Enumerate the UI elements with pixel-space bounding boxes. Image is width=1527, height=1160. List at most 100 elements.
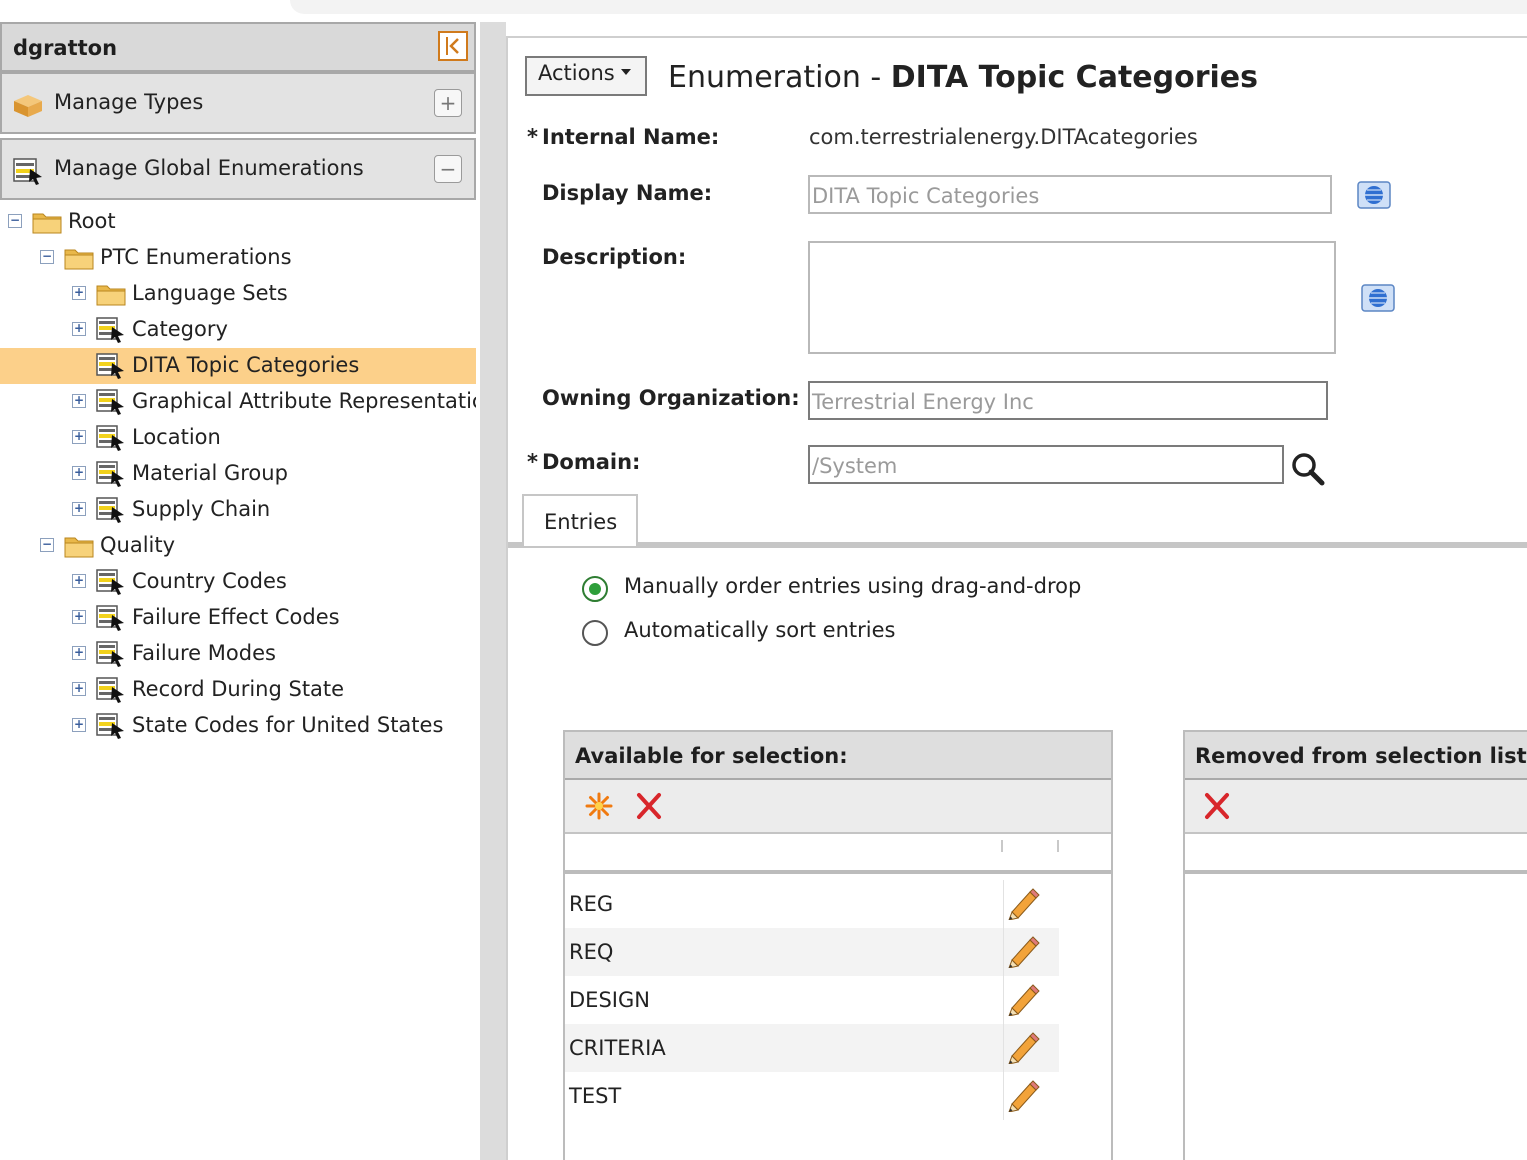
entry-label: REQ xyxy=(569,940,614,964)
delete-icon[interactable] xyxy=(633,790,665,822)
list-item[interactable]: DESIGN xyxy=(565,976,1059,1024)
enumeration-icon xyxy=(96,641,124,667)
available-column-header xyxy=(565,836,1111,874)
display-name-label: Display Name: xyxy=(542,181,713,205)
tab-entries[interactable]: Entries xyxy=(522,494,638,546)
tree-node[interactable]: + Location xyxy=(0,420,476,456)
collapse-node-icon[interactable]: − xyxy=(40,538,54,552)
tree-node[interactable]: + Record During State xyxy=(0,672,476,708)
tree-node[interactable]: + Language Sets xyxy=(0,276,476,312)
expand-node-icon[interactable]: + xyxy=(72,466,86,480)
chevron-left-icon xyxy=(446,37,459,55)
tree-node-label: Language Sets xyxy=(132,281,288,305)
edit-entry-cell[interactable] xyxy=(1003,1072,1059,1120)
expand-node-icon[interactable]: + xyxy=(72,574,86,588)
edit-entry-cell[interactable] xyxy=(1003,880,1059,928)
entry-label: DESIGN xyxy=(569,988,650,1012)
description-label: Description: xyxy=(542,245,687,269)
column-divider xyxy=(1001,840,1003,852)
tree-node-label: Category xyxy=(132,317,228,341)
tree-node[interactable]: + Material Group xyxy=(0,456,476,492)
pencil-icon[interactable] xyxy=(1006,1080,1040,1112)
expand-node-icon[interactable]: + xyxy=(72,718,86,732)
expand-node-icon[interactable]: + xyxy=(72,646,86,660)
tree-node-label: Record During State xyxy=(132,677,345,701)
collapse-icon[interactable]: − xyxy=(434,155,462,183)
panel-splitter[interactable] xyxy=(480,22,506,1160)
edit-entry-cell[interactable] xyxy=(1003,928,1059,976)
accordion-manage-global-enumerations[interactable]: Manage Global Enumerations − xyxy=(0,138,476,200)
tree-node[interactable]: + Category xyxy=(0,312,476,348)
description-field[interactable] xyxy=(808,241,1336,354)
tree-node[interactable]: + Failure Effect Codes xyxy=(0,600,476,636)
collapse-navigator-button[interactable] xyxy=(438,31,468,61)
collapse-node-icon[interactable]: − xyxy=(40,250,54,264)
tree-node[interactable]: + Failure Modes xyxy=(0,636,476,672)
tree-node[interactable]: − Quality xyxy=(0,528,476,564)
pencil-icon[interactable] xyxy=(1006,1032,1040,1064)
tree-node-label: PTC Enumerations xyxy=(100,245,292,269)
tree-node[interactable]: + Country Codes xyxy=(0,564,476,600)
tree-node[interactable]: + Supply Chain xyxy=(0,492,476,528)
list-item[interactable]: REQ xyxy=(565,928,1059,976)
tree-node-label: Supply Chain xyxy=(132,497,271,521)
actions-menu-button[interactable]: Actions xyxy=(525,56,647,96)
entry-label: TEST xyxy=(569,1084,622,1108)
package-icon xyxy=(14,95,42,117)
localize-globe-icon[interactable] xyxy=(1357,179,1391,211)
expand-node-icon[interactable]: + xyxy=(72,682,86,696)
domain-field[interactable]: /System xyxy=(808,445,1284,484)
manual-order-radio[interactable] xyxy=(582,576,608,602)
tree-node[interactable]: DITA Topic Categories xyxy=(0,348,476,384)
pencil-icon[interactable] xyxy=(1006,984,1040,1016)
collapse-node-icon[interactable]: − xyxy=(8,214,22,228)
details-panel: Actions Enumeration - DITA Topic Categor… xyxy=(506,36,1527,1160)
required-marker: * xyxy=(527,450,538,474)
list-item[interactable]: CRITERIA xyxy=(565,1024,1059,1072)
tree-node-label: DITA Topic Categories xyxy=(132,353,360,377)
owning-organization-field[interactable]: Terrestrial Energy Inc xyxy=(808,381,1328,420)
accordion-label: Manage Types xyxy=(54,90,204,114)
removed-list-toolbar xyxy=(1185,780,1527,834)
expand-node-icon[interactable]: + xyxy=(72,502,86,516)
localize-globe-icon[interactable] xyxy=(1361,282,1395,314)
tree-node-label: Root xyxy=(68,209,116,233)
expand-node-icon[interactable]: + xyxy=(72,394,86,408)
folder-icon xyxy=(32,213,62,234)
enumeration-icon xyxy=(96,497,124,523)
list-item[interactable]: REG xyxy=(565,880,1059,928)
enumeration-icon xyxy=(96,569,124,595)
entry-label: REG xyxy=(569,892,614,916)
tree-node[interactable]: − PTC Enumerations xyxy=(0,240,476,276)
tree-node[interactable]: + Graphical Attribute Representatic xyxy=(0,384,476,420)
edit-entry-cell[interactable] xyxy=(1003,1024,1059,1072)
tab-strip-border xyxy=(508,542,1527,548)
delete-icon[interactable] xyxy=(1201,790,1233,822)
title-prefix: Enumeration - xyxy=(668,60,891,95)
tree-node[interactable]: − Root xyxy=(0,204,476,240)
expand-node-icon[interactable]: + xyxy=(72,610,86,624)
expand-node-icon[interactable]: + xyxy=(72,286,86,300)
accordion-manage-types[interactable]: Manage Types + xyxy=(0,72,476,134)
search-icon[interactable] xyxy=(1290,451,1326,487)
pencil-icon[interactable] xyxy=(1006,936,1040,968)
new-entry-icon[interactable] xyxy=(583,790,615,822)
tree-node[interactable]: + State Codes for United States xyxy=(0,708,476,744)
actions-label: Actions xyxy=(538,61,615,85)
edit-entry-cell[interactable] xyxy=(1003,976,1059,1024)
enumeration-icon xyxy=(96,677,124,703)
title-enumeration-name: DITA Topic Categories xyxy=(890,60,1259,95)
auto-sort-radio[interactable] xyxy=(582,620,608,646)
pencil-icon[interactable] xyxy=(1006,888,1040,920)
expand-node-icon[interactable]: + xyxy=(72,430,86,444)
display-name-field[interactable]: DITA Topic Categories xyxy=(808,175,1332,214)
removed-list-header: Removed from selection list: xyxy=(1185,732,1527,780)
caret-down-icon xyxy=(620,69,631,75)
expand-icon[interactable]: + xyxy=(434,89,462,117)
accordion-label: Manage Global Enumerations xyxy=(54,156,364,180)
tree-node-label: Location xyxy=(132,425,221,449)
browser-tab-shape xyxy=(290,0,1527,14)
expand-node-icon[interactable]: + xyxy=(72,322,86,336)
list-item[interactable]: TEST xyxy=(565,1072,1059,1120)
enumeration-icon xyxy=(96,605,124,631)
